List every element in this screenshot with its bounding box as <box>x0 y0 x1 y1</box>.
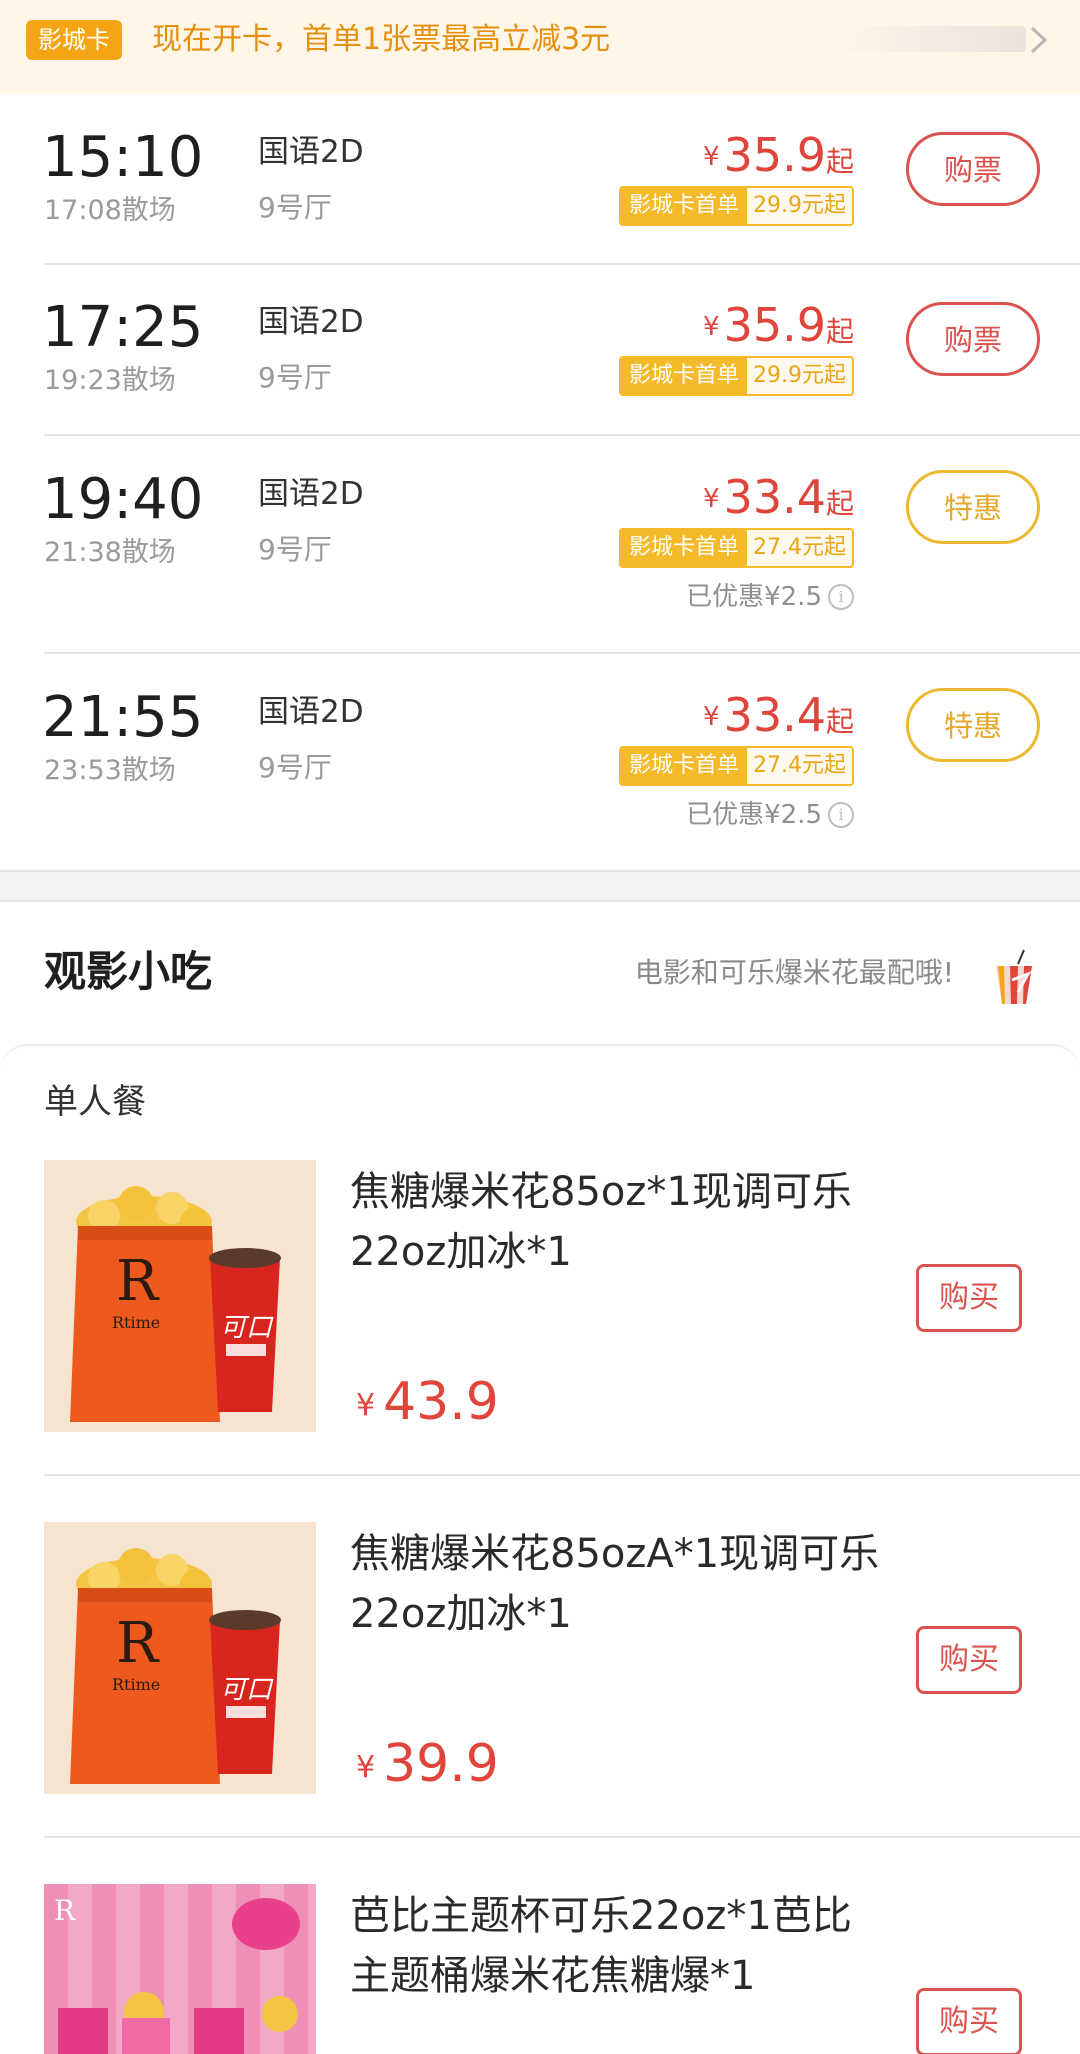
card-tag-label: 影城卡首单 <box>620 748 747 784</box>
price-value: 43.9 <box>383 1372 499 1432</box>
section-separator <box>0 870 1080 902</box>
showtime-hall: 9号厅 <box>258 751 332 784</box>
price-suffix: 起 <box>825 705 854 738</box>
buy-snack-button[interactable]: 购买 <box>916 1264 1022 1332</box>
info-icon[interactable]: i <box>828 802 854 828</box>
info-icon[interactable]: i <box>828 584 854 610</box>
currency-symbol: ¥ <box>356 1750 376 1785</box>
ticket-price: ¥35.9起 <box>703 128 854 182</box>
showtime-row[interactable]: 19:40 21:38散场 国语2D 9号厅 ¥33.4起 影城卡首单 27.4元… <box>0 436 1080 652</box>
price-suffix: 起 <box>825 315 854 348</box>
card-tag-price: 27.4元起 <box>747 530 852 566</box>
price-value: 35.9 <box>723 128 826 182</box>
price-value: 33.4 <box>723 470 826 524</box>
ticket-price: ¥35.9起 <box>703 298 854 352</box>
buy-snack-button[interactable]: 购买 <box>916 1626 1022 1694</box>
showtime-row[interactable]: 15:10 17:08散场 国语2D 9号厅 ¥35.9起 影城卡首单 29.9元… <box>0 94 1080 264</box>
showtime-hall: 9号厅 <box>258 191 332 224</box>
special-deal-button[interactable]: 特惠 <box>906 688 1040 762</box>
currency-symbol: ¥ <box>356 1388 376 1423</box>
showtime-end: 17:08散场 <box>44 195 176 226</box>
single-set-label: 单人餐 <box>44 1082 146 1122</box>
showtime-hall: 9号厅 <box>258 533 332 566</box>
card-price-tag: 影城卡首单 29.9元起 <box>618 186 854 226</box>
svg-text:R: R <box>116 1611 160 1676</box>
buy-ticket-button[interactable]: 购票 <box>906 302 1040 376</box>
card-price-tag: 影城卡首单 29.9元起 <box>618 356 854 396</box>
snack-item[interactable]: R 芭比主题杯可乐22oz*1芭比主题桶爆米花焦糖爆*1 购买 <box>0 1884 1080 2054</box>
card-tag-price: 29.9元起 <box>747 188 852 224</box>
currency-symbol: ¥ <box>703 484 720 514</box>
price-value: 39.9 <box>383 1734 499 1794</box>
divider <box>44 1836 1080 1838</box>
price-suffix: 起 <box>825 145 854 178</box>
card-tag-price: 27.4元起 <box>747 748 852 784</box>
banner-faded-text <box>836 26 1026 52</box>
special-deal-button[interactable]: 特惠 <box>906 470 1040 544</box>
popcorn-cup-icon <box>996 949 1032 1004</box>
price-suffix: 起 <box>825 487 854 520</box>
showtime-row[interactable]: 17:25 19:23散场 国语2D 9号厅 ¥35.9起 影城卡首单 29.9元… <box>0 264 1080 434</box>
ticket-price: ¥33.4起 <box>703 470 854 524</box>
showtime-language: 国语2D <box>258 694 364 730</box>
svg-text:R: R <box>54 1894 76 1927</box>
showtime-end: 19:23散场 <box>44 365 176 396</box>
currency-symbol: ¥ <box>703 702 720 732</box>
snack-name: 芭比主题杯可乐22oz*1芭比主题桶爆米花焦糖爆*1 <box>350 1893 852 1999</box>
svg-text:可口: 可口 <box>220 1313 274 1343</box>
svg-text:R: R <box>116 1249 160 1314</box>
showtime-start: 19:40 <box>42 467 204 532</box>
buy-ticket-button[interactable]: 购票 <box>906 132 1040 206</box>
currency-symbol: ¥ <box>703 142 720 172</box>
discount-note: 已优惠¥2.5 i <box>686 580 854 614</box>
showtime-end: 21:38散场 <box>44 537 176 568</box>
showtime-end: 23:53散场 <box>44 755 176 786</box>
snack-item[interactable]: R Rtime 可口 焦糖爆米花85ozA*1现调可乐22oz加冰*1 ¥39.… <box>0 1522 1080 1838</box>
barbie-combo-image: R <box>44 1884 316 2054</box>
buy-snack-button[interactable]: 购买 <box>916 1988 1022 2054</box>
showtime-start: 17:25 <box>42 295 204 360</box>
card-promo-banner[interactable]: 影城卡 现在开卡，首单1张票最高立减3元 <box>0 0 1080 94</box>
showtime-start: 15:10 <box>42 125 204 190</box>
showtime-language: 国语2D <box>258 304 364 340</box>
snack-price: ¥39.9 <box>356 1734 499 1794</box>
card-tag-label: 影城卡首单 <box>620 188 747 224</box>
snack-name: 焦糖爆米花85ozA*1现调可乐22oz加冰*1 <box>350 1531 880 1637</box>
card-tag-label: 影城卡首单 <box>620 358 747 394</box>
card-tag-label: 影城卡首单 <box>620 530 747 566</box>
card-price-tag: 影城卡首单 27.4元起 <box>618 746 854 786</box>
currency-symbol: ¥ <box>703 312 720 342</box>
divider <box>44 1474 1080 1476</box>
showtime-row[interactable]: 21:55 23:53散场 国语2D 9号厅 ¥33.4起 影城卡首单 27.4元… <box>0 654 1080 870</box>
popcorn-cola-image: R Rtime 可口 <box>44 1160 316 1432</box>
svg-text:Rtime: Rtime <box>112 1675 160 1694</box>
price-value: 33.4 <box>723 688 826 742</box>
chevron-right-icon[interactable] <box>1018 20 1058 60</box>
ticket-price: ¥33.4起 <box>703 688 854 742</box>
showtime-hall: 9号厅 <box>258 361 332 394</box>
snack-price: ¥43.9 <box>356 1372 499 1432</box>
discount-text: 已优惠¥2.5 <box>686 582 822 612</box>
discount-text: 已优惠¥2.5 <box>686 800 822 830</box>
showtime-language: 国语2D <box>258 134 364 170</box>
card-tag-price: 29.9元起 <box>747 358 852 394</box>
showtime-start: 21:55 <box>42 685 204 750</box>
price-value: 35.9 <box>723 298 826 352</box>
card-price-tag: 影城卡首单 27.4元起 <box>618 528 854 568</box>
svg-text:Rtime: Rtime <box>112 1313 160 1332</box>
snack-item[interactable]: R Rtime 可口 焦糖爆米花85oz*1现调可乐22oz加冰*1 ¥43.9… <box>0 1160 1080 1476</box>
svg-text:可口: 可口 <box>220 1675 274 1705</box>
snack-name: 焦糖爆米花85oz*1现调可乐22oz加冰*1 <box>350 1169 852 1275</box>
popcorn-cola-image: R Rtime 可口 <box>44 1522 316 1794</box>
cinema-card-badge: 影城卡 <box>26 20 122 60</box>
snacks-title: 观影小吃 <box>44 947 213 996</box>
snacks-subtitle: 电影和可乐爆米花最配哦! <box>634 956 954 989</box>
showtime-language: 国语2D <box>258 476 364 512</box>
discount-note: 已优惠¥2.5 i <box>686 798 854 832</box>
promo-text: 现在开卡，首单1张票最高立减3元 <box>152 22 611 57</box>
